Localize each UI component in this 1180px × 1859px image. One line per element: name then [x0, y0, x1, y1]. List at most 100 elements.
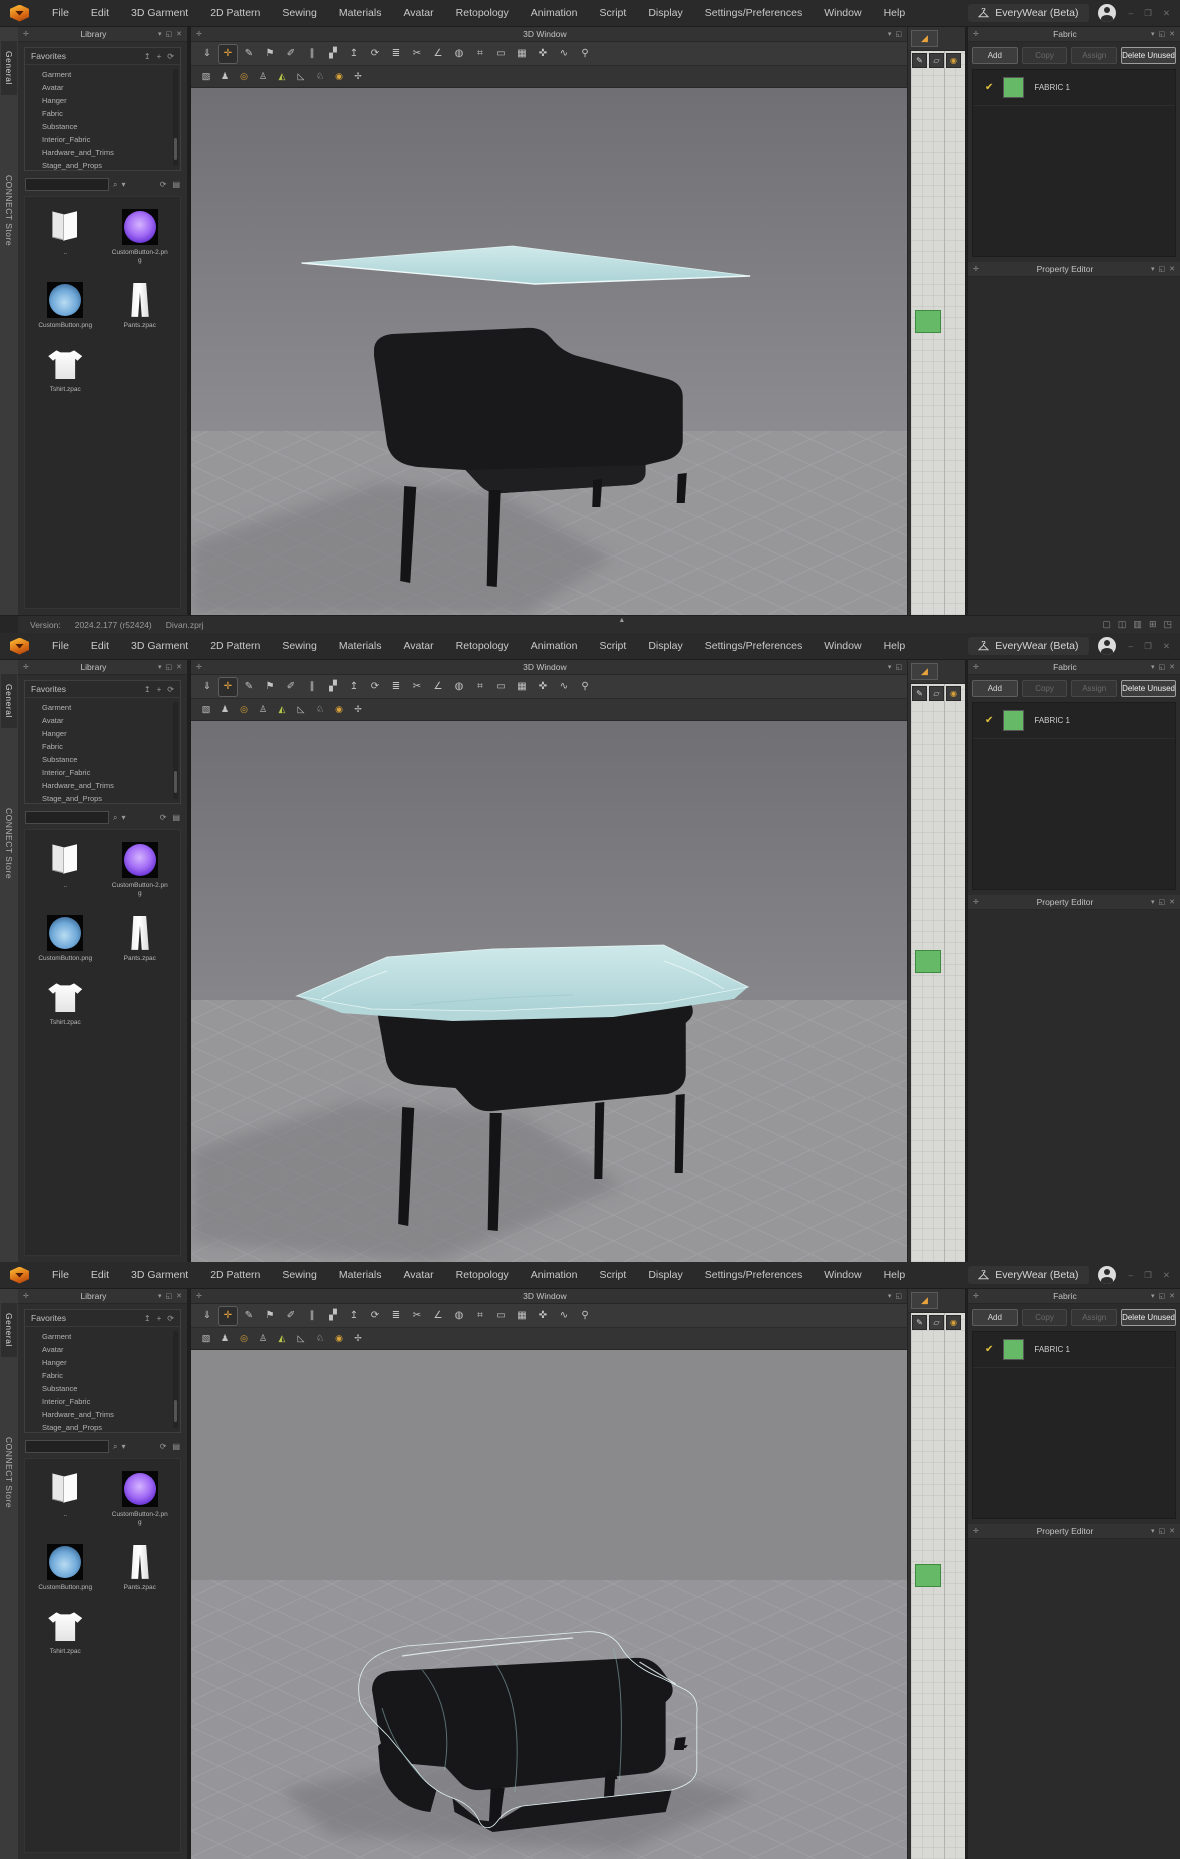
library-asset[interactable]: CustomButton-2.png [104, 842, 177, 899]
refresh-icon[interactable]: ⟳ [160, 180, 167, 189]
show-garment-texture-icon[interactable]: ♟ [217, 702, 233, 718]
gizmo-icon[interactable]: ✜ [534, 678, 552, 696]
pose-icon[interactable]: ⚲ [576, 678, 594, 696]
show-garment-texture-icon[interactable]: ♟ [217, 69, 233, 85]
fabric-action-button[interactable]: Delete Unused [1121, 680, 1176, 697]
chevron-down-icon[interactable]: ▾ [1151, 265, 1155, 273]
fabric-list-item[interactable]: ✔ FABRIC 1 [973, 1332, 1175, 1368]
menu-item[interactable]: Display [637, 0, 693, 27]
app-logo-icon[interactable] [10, 637, 29, 655]
show-style-line-icon[interactable]: ◭ [274, 69, 290, 85]
show-measure-icon[interactable]: ✢ [350, 702, 366, 718]
tack-curve-icon[interactable]: ∿ [555, 678, 573, 696]
favorites-action[interactable]: + [157, 685, 162, 694]
scissors-icon[interactable]: ✂ [408, 678, 426, 696]
search-icon[interactable]: ⌕ [113, 180, 117, 190]
layout-icon[interactable]: ▢ [1102, 619, 1111, 630]
show-avatar-mesh-icon[interactable]: ♘ [312, 69, 328, 85]
menu-item[interactable]: Avatar [392, 633, 444, 660]
side-tab[interactable]: CONNECT Store [1, 1426, 17, 1518]
simulate-icon[interactable]: ⇓ [198, 678, 216, 696]
2d-pattern-area[interactable]: ✎ ▱ ◉ [911, 684, 965, 1262]
rotate-garment-icon[interactable]: ⟳ [366, 678, 384, 696]
rotate-garment-icon[interactable]: ⟳ [366, 45, 384, 63]
user-avatar[interactable] [1097, 637, 1116, 655]
2d-pattern-area[interactable]: ✎ ▱ ◉ [911, 1313, 965, 1859]
close-icon[interactable]: ✕ [176, 30, 182, 38]
pattern-piece-icon[interactable]: ▱ [929, 1315, 944, 1330]
chevron-down-icon[interactable]: ▾ [158, 30, 162, 38]
refresh-icon[interactable]: ⟳ [160, 813, 167, 822]
library-asset[interactable]: Tshirt.zpac [29, 1608, 102, 1656]
menu-item[interactable]: 3D Garment [120, 0, 199, 27]
search-icon[interactable]: ⌕ [113, 1442, 117, 1452]
side-tab[interactable]: CONNECT Store [1, 797, 17, 889]
library-asset[interactable]: CustomButton-2.png [104, 1471, 177, 1528]
show-avatar-icon[interactable]: ♙ [255, 702, 271, 718]
fabric-action-button[interactable]: Assign [1071, 1309, 1118, 1326]
pattern-piece[interactable] [915, 949, 941, 973]
account-button[interactable]: EveryWear (Beta) [968, 4, 1089, 22]
menu-item[interactable]: Help [873, 1262, 917, 1289]
2d-pattern-area[interactable]: ✎ ▱ ◉ [911, 51, 965, 615]
menu-item[interactable]: Window [813, 633, 872, 660]
select-lasso-icon[interactable]: ✎ [240, 678, 258, 696]
favorites-action[interactable]: ↥ [144, 52, 151, 61]
dock-pin-icon[interactable]: ✛ [973, 663, 979, 671]
dock-pin-icon[interactable]: ✛ [973, 1292, 979, 1300]
float-panel-icon[interactable]: ◱ [1159, 1292, 1166, 1300]
float-panel-icon[interactable]: ◱ [1159, 663, 1166, 671]
library-folder-item[interactable]: Hardware_and_Trims [25, 1408, 180, 1421]
show-avatar-mesh-icon[interactable]: ♘ [312, 702, 328, 718]
show-style-line-icon[interactable]: ◭ [274, 1331, 290, 1347]
select-move-icon[interactable]: ✛ [219, 44, 237, 63]
menu-item[interactable]: Retopology [445, 633, 520, 660]
dock-pin-icon[interactable]: ✛ [973, 30, 979, 38]
edit-pattern-icon[interactable]: ✎ [912, 686, 927, 701]
arrange-sphere-icon[interactable]: ◍ [450, 45, 468, 63]
side-tab[interactable]: General [1, 41, 17, 95]
menu-item[interactable]: Animation [520, 633, 589, 660]
dock-pin-icon[interactable]: ✛ [23, 663, 29, 671]
float-panel-icon[interactable]: ◱ [895, 30, 902, 38]
library-folder-item[interactable]: Substance [25, 120, 180, 133]
dock-pin-icon[interactable]: ✛ [973, 898, 979, 906]
3d-viewport[interactable] [191, 1350, 907, 1859]
sew-segment-icon[interactable]: ∥ [303, 45, 321, 63]
chevron-down-icon[interactable]: ▾ [1151, 663, 1155, 671]
menu-item[interactable]: 3D Garment [120, 1262, 199, 1289]
edit-pattern-icon[interactable]: ✎ [912, 1315, 927, 1330]
solidify-icon[interactable]: ▦ [513, 1307, 531, 1325]
gizmo-icon[interactable]: ✜ [534, 45, 552, 63]
app-logo-icon[interactable] [10, 1266, 29, 1284]
sew-detail-icon[interactable]: ▞ [324, 1307, 342, 1325]
fabric-action-button[interactable]: Add [972, 680, 1018, 697]
show-grid-icon[interactable]: ◺ [293, 69, 309, 85]
float-panel-icon[interactable]: ◱ [895, 663, 902, 671]
iron-icon[interactable]: ▭ [492, 1307, 510, 1325]
select-move-icon[interactable]: ✛ [219, 1306, 237, 1325]
menu-item[interactable]: 3D Garment [120, 633, 199, 660]
menu-item[interactable]: Script [588, 633, 637, 660]
menu-item[interactable]: Edit [80, 0, 120, 27]
show-head-icon[interactable]: ◉ [331, 702, 347, 718]
window-control[interactable]: – [1125, 7, 1138, 20]
pose-icon[interactable]: ⚲ [576, 1307, 594, 1325]
fabric-swatch[interactable] [1003, 710, 1025, 731]
skeleton-icon[interactable]: ⌗ [471, 1307, 489, 1325]
fabric-action-button[interactable]: Copy [1021, 1309, 1068, 1326]
library-folder-item[interactable]: Hanger [25, 1356, 180, 1369]
favorites-action[interactable]: ⟳ [167, 685, 174, 694]
sew-detail-icon[interactable]: ▞ [324, 45, 342, 63]
gizmo-icon[interactable]: ✜ [534, 1307, 552, 1325]
library-folder-item[interactable]: Stage_and_Props [25, 159, 180, 170]
window-control[interactable]: ✕ [1159, 640, 1174, 653]
search-input[interactable] [25, 178, 109, 191]
menu-item[interactable]: Script [588, 1262, 637, 1289]
library-asset[interactable]: .. [29, 842, 102, 899]
menu-item[interactable]: File [41, 633, 80, 660]
list-view-icon[interactable]: ▤ [172, 1442, 180, 1451]
library-asset[interactable]: .. [29, 209, 102, 266]
fold-arrangement-icon[interactable]: ∠ [429, 1307, 447, 1325]
menu-item[interactable]: Materials [328, 0, 393, 27]
